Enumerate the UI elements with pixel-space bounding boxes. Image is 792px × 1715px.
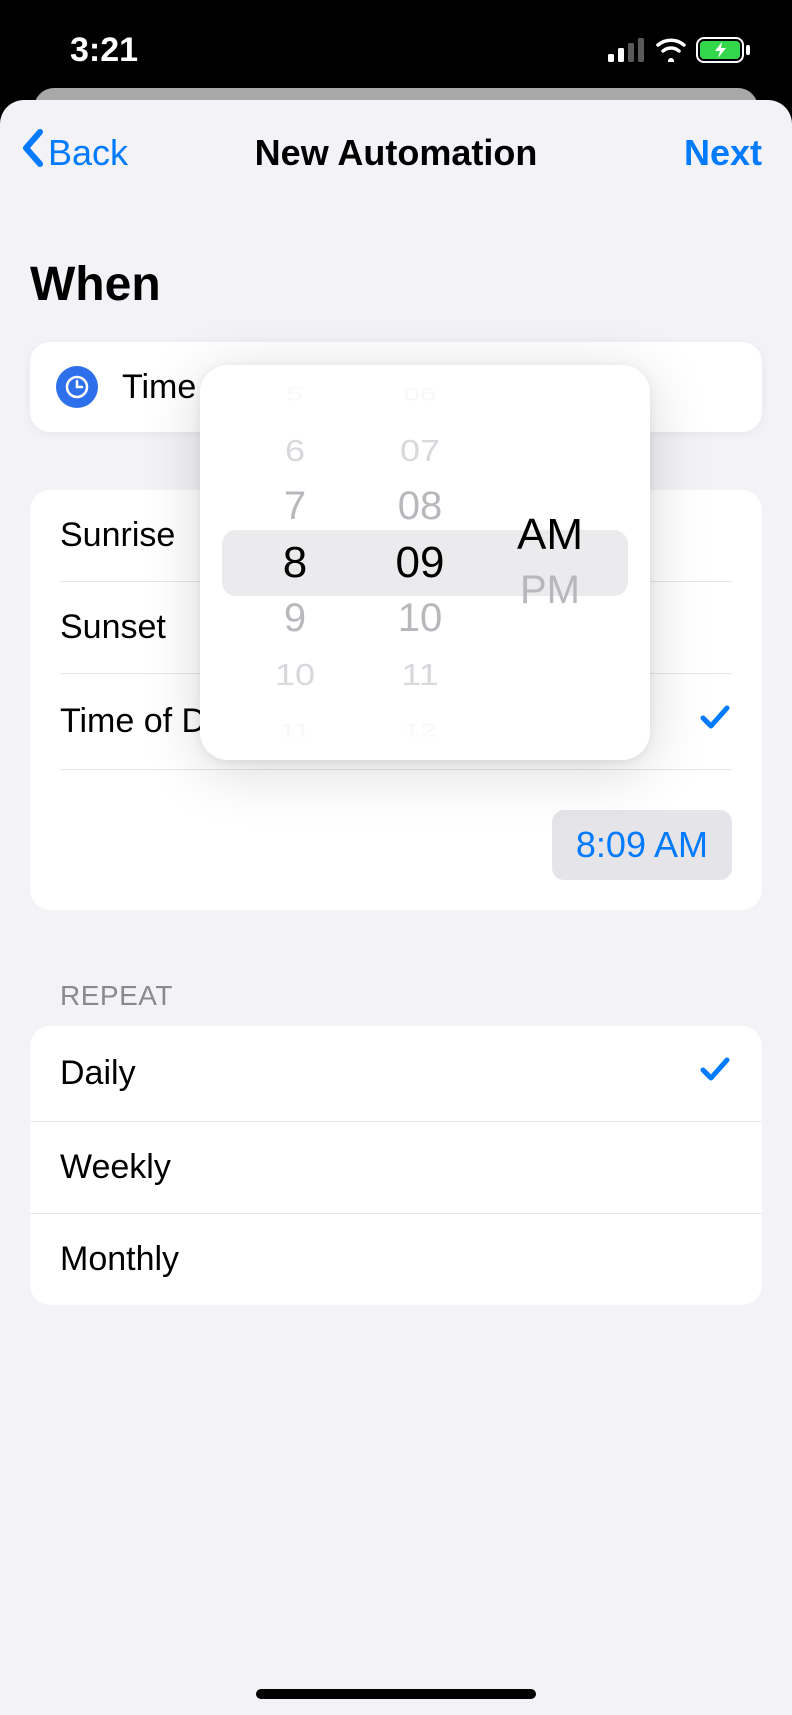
repeat-card: Daily Weekly Monthly [30,1026,762,1305]
minute-picker-column[interactable]: 06 07 08 09 10 11 12 [350,365,490,760]
repeat-section-label: REPEAT [60,980,762,1012]
option-sunset-label: Sunset [60,608,166,647]
time-pill-row: 8:09 AM [60,770,732,886]
back-button[interactable]: Back [20,128,128,177]
repeat-monthly-label: Monthly [60,1240,179,1279]
time-picker-popover: 5 6 7 8 9 10 11 06 07 08 09 10 11 12 AM … [200,365,650,760]
picker-minute-item: 07 [400,427,440,475]
cellular-icon [608,38,646,62]
picker-hour-item: 10 [275,651,315,699]
repeat-weekly-label: Weekly [60,1148,171,1187]
picker-minute-item: 12 [403,714,436,748]
time-value-pill[interactable]: 8:09 AM [552,810,732,880]
picker-minute-item: 08 [398,479,443,535]
repeat-daily-label: Daily [60,1054,136,1093]
picker-ampm-am: AM [517,507,583,563]
picker-hour-item: 11 [279,714,310,748]
status-time: 3:21 [70,31,138,70]
picker-hour-item: 5 [287,378,304,412]
picker-hour-item: 7 [284,479,306,535]
ampm-picker-column[interactable]: AM PM [490,365,610,760]
back-label: Back [48,132,128,174]
wifi-icon [654,38,688,62]
checkmark-icon [698,700,732,743]
hour-picker-column[interactable]: 5 6 7 8 9 10 11 [240,365,350,760]
battery-charging-icon [696,37,752,63]
chevron-left-icon [20,128,46,177]
home-indicator[interactable] [256,1689,536,1699]
clock-icon [56,366,98,408]
picker-hour-selected: 8 [283,535,307,591]
repeat-weekly[interactable]: Weekly [30,1122,762,1214]
repeat-daily[interactable]: Daily [30,1026,762,1122]
modal-sheet: Back New Automation Next When Time of Da… [0,100,792,1715]
picker-hour-item: 9 [284,591,306,647]
picker-minute-selected: 09 [396,535,445,591]
option-sunrise-label: Sunrise [60,516,175,555]
status-bar: 3:21 [0,0,792,100]
picker-minute-item: 06 [403,378,436,412]
picker-minute-item: 10 [398,591,443,647]
picker-minute-item: 11 [401,651,438,699]
picker-hour-item: 6 [285,427,305,475]
repeat-monthly[interactable]: Monthly [30,1214,762,1305]
status-icons [608,37,752,63]
checkmark-icon [698,1052,732,1095]
picker-columns: 5 6 7 8 9 10 11 06 07 08 09 10 11 12 AM … [200,365,650,760]
next-button[interactable]: Next [684,132,762,174]
picker-ampm-pm: PM [520,563,580,619]
nav-bar: Back New Automation Next [0,100,792,197]
when-section-title: When [30,257,762,312]
page-title: New Automation [255,132,538,174]
